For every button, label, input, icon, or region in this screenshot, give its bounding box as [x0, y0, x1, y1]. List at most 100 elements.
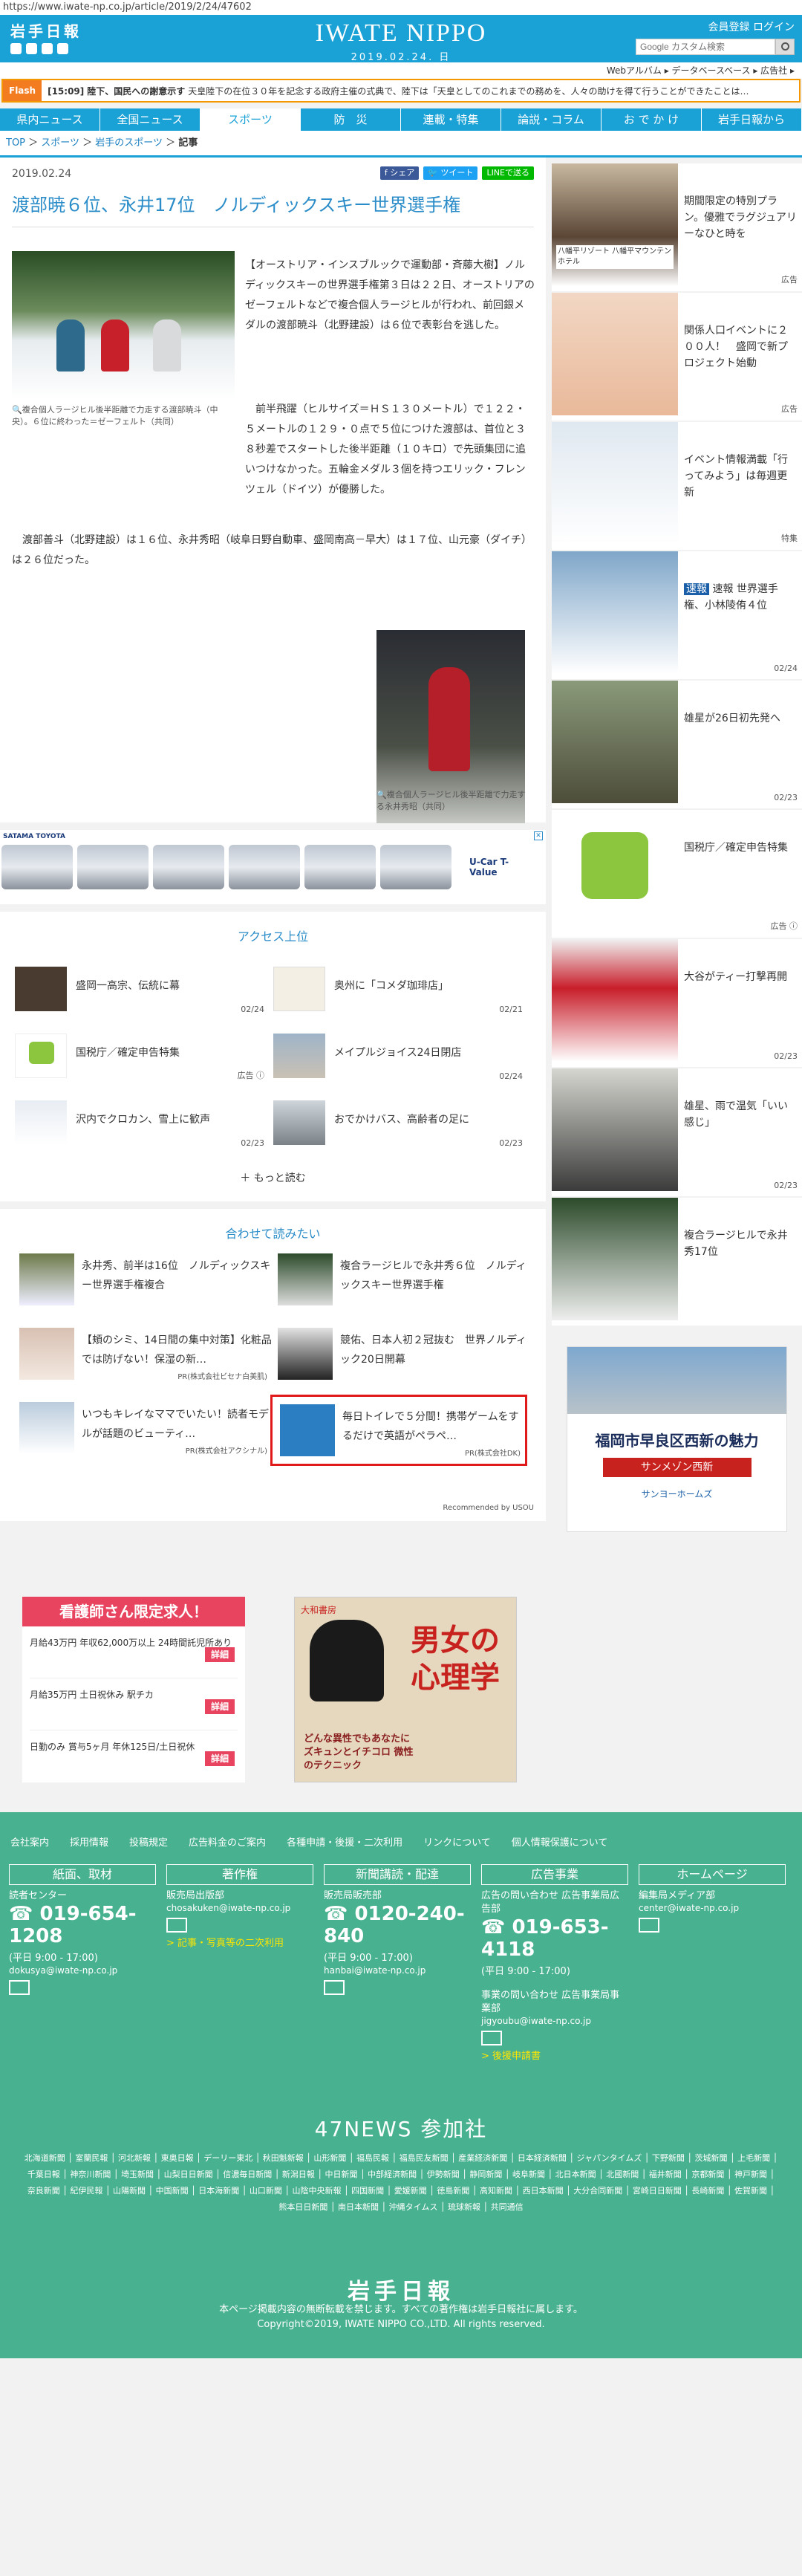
article-photo-1[interactable] [12, 251, 235, 400]
flash-headline[interactable]: 陸下、国民への謝意示す [87, 86, 185, 97]
article-para-2: 前半飛躍（ヒルサイズ＝ＨＳ１３０メートル）で１２２・５メートルの１２９・０点で５… [245, 403, 526, 496]
related-title: 合わせて読みたい [225, 1227, 321, 1241]
list-item[interactable]: おでかけバス、高齢者の足に 02/23 [273, 1100, 526, 1152]
footer-link[interactable]: 個人情報保護について [512, 1834, 608, 1849]
sidebar-item[interactable]: 大谷がティー打撃再開 02/23 [552, 939, 802, 1067]
breadcrumb: TOP ＞ スポーツ ＞ 岩手のスポーツ ＞ 記事 [0, 131, 802, 158]
line-share-button[interactable]: LINEで送る [482, 166, 534, 180]
footer-logo[interactable]: 岩手日報 [0, 2273, 802, 2306]
related-item[interactable]: 【頬のシミ、14日間の集中対策】化粧品では防げない！保湿の新… PR(株式会社ビセ… [19, 1328, 272, 1387]
email-link[interactable]: chosakuken@iwate-np.co.jp [166, 1903, 313, 1913]
related-item[interactable]: いつもキレイなママでいたい！読者モデルが話題のビューティ… PR(株式会社アクシナ… [19, 1402, 272, 1461]
nav-item[interactable]: 全国ニュース [100, 108, 200, 131]
secondary-use-link[interactable]: > 記事・写真等の二次利用 [166, 1937, 313, 1950]
sidebar-item[interactable]: 雄星、雨で温気「いい感じ」 02/23 [552, 1068, 802, 1196]
sidebar-item[interactable]: 八幡平リゾート 八幡平マウンテンホテル 期間限定の特別プラン。優雅でラグジュアリー… [552, 163, 802, 291]
list-item[interactable]: 沢内でクロカン、雪上に歓声 02/23 [15, 1100, 267, 1152]
sidebar-item[interactable]: 雄星が26日初先発へ 02/23 [552, 681, 802, 808]
breaking-badge: 速報 [684, 583, 709, 595]
access-ranking: アクセス上位 盛岡一高宗、伝統に幕 02/24 奥州に「コメダ珈琲店」 02/21 … [0, 912, 546, 1201]
sponsor-application-link[interactable]: > 後援申請書 [481, 2050, 628, 2063]
article-para-1: 【オーストリア・インスブルックで運動部・斉藤大樹】ノルディックスキーの世界選手権… [245, 259, 535, 331]
footer-link[interactable]: 採用情報 [70, 1834, 108, 1849]
sidebar-item[interactable]: 国税庁／確定申告特集 広告 ⓘ [552, 810, 802, 938]
nav-item-active[interactable]: スポーツ [200, 108, 301, 131]
footer-link[interactable]: 投稿規定 [129, 1834, 168, 1849]
nurse-job-ad[interactable]: 看護師さん限定求人！ 月給43万円 年収62,000万以上 24時間託児所あり詳… [22, 1597, 245, 1782]
url-bar[interactable]: https://www.iwate-np.co.jp/article/2019/… [0, 0, 802, 15]
list-item[interactable]: メイプルジョイス24日閉店 02/24 [273, 1034, 526, 1086]
footer-link[interactable]: 会社案内 [10, 1834, 49, 1849]
nav-item[interactable]: 連載・特集 [401, 108, 501, 131]
account-links[interactable]: 会員登録 ログイン [708, 19, 795, 34]
facebook-share-button[interactable]: f シェア [379, 166, 420, 180]
nav-item[interactable]: 論説・コラム [501, 108, 602, 131]
search-input[interactable] [636, 39, 775, 55]
sidebar-item[interactable]: 速報 速報 世界選手権、小林陵侑４位 02/24 [552, 551, 802, 679]
phone-number[interactable]: ☎ 0120-240-840 [324, 1903, 471, 1947]
phone-number[interactable]: ☎ 019-654-1208 [9, 1903, 156, 1947]
detail-button[interactable]: 詳細 [204, 1647, 235, 1662]
sidebar-item[interactable]: イベント情報満載「行ってみよう」は毎週更新 特集 [552, 422, 802, 550]
share-buttons: f シェア 🐦 ツイート LINEで送る [379, 166, 534, 180]
nav-item[interactable]: 岩手日報から [702, 108, 802, 131]
sidebar-item[interactable]: 複合ラージヒルで永井秀17位 [552, 1198, 802, 1326]
footer-col-copyright: 著作権 販売局出版部 chosakuken@iwate-np.co.jp > 記事・写… [166, 1864, 313, 1950]
mail-icon[interactable] [9, 1980, 30, 1995]
search-icon[interactable] [775, 39, 795, 55]
footer-col-editorial: 紙面、取材 読者センター ☎ 019-654-1208 (平日 9:00 - 17:0… [9, 1864, 156, 1995]
zoom-icon[interactable]: 🔍 [376, 790, 387, 799]
main-column: 2019.02.24 f シェア 🐦 ツイート LINEで送る 渡部暁６位、永井… [0, 158, 546, 1521]
breadcrumb-local[interactable]: 岩手のスポーツ [95, 137, 163, 149]
nav-item[interactable]: 防 災 [301, 108, 401, 131]
related-item-highlight[interactable]: 毎日トイレで５分間！携帯ゲームをするだけで英語がペラペ… PR(株式会社DK) [270, 1395, 527, 1466]
related-item[interactable]: 永井秀、前半は16位 ノルディックスキー世界選手権複合 [19, 1253, 272, 1313]
email-link[interactable]: hanbai@iwate-np.co.jp [324, 1965, 471, 1976]
sidebar-item[interactable]: 関係人口イベントに２００人！ 盛岡で新プロジェクト始動 広告 [552, 293, 802, 421]
email-link[interactable]: dokusya@iwate-np.co.jp [9, 1965, 156, 1976]
zoom-icon[interactable]: 🔍 [12, 405, 22, 415]
ad-label: SATAMA TOYOTA [3, 833, 65, 840]
nav-item[interactable]: お で か け [602, 108, 702, 131]
fukuoka-ad[interactable]: 福岡市早良区西新の魅力 サンメゾン西新 サンヨーホームズ [567, 1346, 787, 1532]
more-button[interactable]: ＋ もっと読む [0, 1170, 546, 1185]
mail-icon[interactable] [639, 1918, 659, 1933]
email-link[interactable]: center@iwate-np.co.jp [639, 1903, 786, 1913]
sub-links[interactable]: Webアルバム ▸ データベースベース ▸ 広告社 ▸ [0, 62, 802, 79]
breadcrumb-sports[interactable]: スポーツ [41, 137, 79, 149]
breadcrumb-current: 記事 [178, 137, 198, 149]
list-item[interactable]: 盛岡一高宗、伝統に幕 02/24 [15, 967, 267, 1019]
photo-caption-2: 🔍複合個人ラージヒル後半距離で力走する永井秀昭（共同） [376, 790, 526, 811]
access-title: アクセス上位 [237, 929, 309, 944]
related-item[interactable]: 複合ラージヒルで永井秀６位 ノルディックスキー世界選手権 [278, 1253, 530, 1313]
detail-button[interactable]: 詳細 [204, 1751, 235, 1766]
list-item[interactable]: 奥州に「コメダ珈琲店」 02/21 [273, 967, 526, 1019]
footer-link[interactable]: 各種申請・後援・二次利用 [287, 1834, 402, 1849]
footer-col-homepage: ホームページ 編集局メディア部 center@iwate-np.co.jp [639, 1864, 786, 1933]
footer-link[interactable]: リンクについて [423, 1834, 491, 1849]
mail-icon[interactable] [166, 1918, 187, 1933]
footer-link[interactable]: 広告料金のご案内 [189, 1834, 266, 1849]
ad-close-icon[interactable]: ✕ [534, 831, 543, 840]
phone-number[interactable]: ☎ 019-653-4118 [481, 1916, 628, 1961]
flash-time: [15:09] [48, 85, 85, 97]
email-link[interactable]: jigyoubu@iwate-np.co.jp [481, 2016, 628, 2026]
detail-button[interactable]: 詳細 [204, 1699, 235, 1714]
car-ad-banner[interactable]: SATAMA TOYOTA U-Car T-Value ✕ [0, 830, 546, 904]
article: 2019.02.24 f シェア 🐦 ツイート LINEで送る 渡部暁６位、永井… [0, 158, 546, 823]
breadcrumb-top[interactable]: TOP [6, 137, 25, 149]
flash-text[interactable]: 天皇陸下の在位３０年を記念する政府主催の式典で、陸下は「天皇としてのこれまでの務… [188, 86, 749, 97]
nav-item[interactable]: 県内ニュース [0, 108, 100, 131]
related-item[interactable]: 競佑、日本人初２冠抜む 世界ノルディック20日開幕 [278, 1328, 530, 1387]
search-box [636, 39, 795, 55]
tweet-button[interactable]: 🐦 ツイート [423, 166, 478, 180]
related-articles: 合わせて読みたい 永井秀、前半は16位 ノルディックスキー世界選手権複合 複合ラ… [0, 1209, 546, 1521]
footer-col-subscription: 新聞講読・配達 販売局販売部 ☎ 0120-240-840 (平日 9:00 - 17… [324, 1864, 471, 1995]
book-ad[interactable]: 大和書房 男女の心理学 どんな異性でもあなたにズキュンとイチコロ 微性のテクニッ… [294, 1597, 517, 1782]
flash-news-ticker[interactable]: Flash [15:09] 陸下、国民への謝意示す 天皇陸下の在位３０年を記念する政… [1, 79, 801, 103]
mail-icon[interactable] [324, 1980, 345, 1995]
recommended-by[interactable]: Recommended by USOU [443, 1504, 534, 1512]
47news-member-list[interactable]: 北海道新聞 │ 室蘭民報 │ 河北新報 │ 東奥日報 │ デーリー東北 │ 秋田… [22, 2150, 780, 2216]
list-item[interactable]: 国税庁／確定申告特集 広告 ⓘ [15, 1034, 267, 1086]
mail-icon[interactable] [481, 2031, 502, 2045]
